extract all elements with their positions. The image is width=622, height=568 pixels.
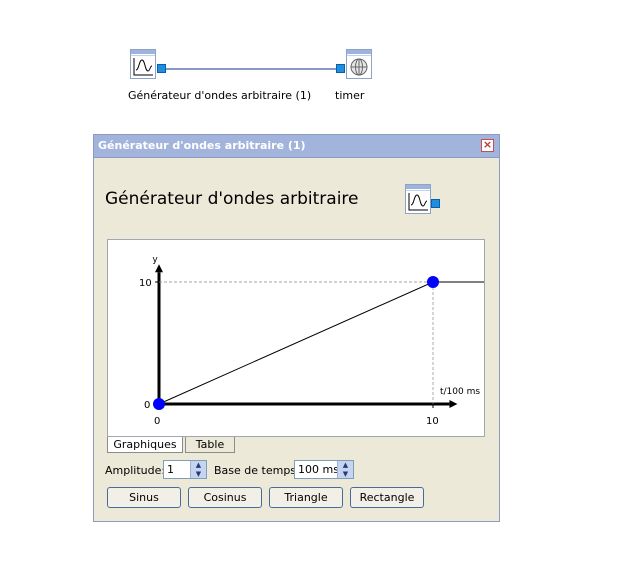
time-base-label: Base de temps: bbox=[214, 464, 300, 477]
waveform-generator-block[interactable] bbox=[130, 49, 156, 79]
x-axis-arrow-icon bbox=[449, 400, 458, 408]
generator-logo-icon bbox=[405, 184, 431, 214]
timer-block[interactable] bbox=[346, 49, 372, 79]
y-axis-label: y bbox=[152, 255, 158, 265]
tab-graphiques[interactable]: Graphiques bbox=[107, 437, 183, 453]
time-base-value: 100 ms bbox=[298, 463, 339, 476]
title-bar[interactable]: Générateur d'ondes arbitraire (1) × bbox=[94, 135, 499, 158]
control-point-0[interactable] bbox=[153, 398, 165, 410]
time-base-up-icon[interactable]: ▲ bbox=[338, 461, 353, 469]
output-port[interactable] bbox=[157, 64, 166, 73]
timer-block-label: timer bbox=[335, 89, 365, 102]
x-axis-label: t/100 ms bbox=[440, 387, 480, 397]
cosinus-button[interactable]: Cosinus bbox=[188, 487, 262, 508]
amplitude-value: 1 bbox=[167, 463, 174, 476]
generator-block-label: Générateur d'ondes arbitraire (1) bbox=[128, 89, 312, 102]
waveform-line[interactable] bbox=[158, 281, 484, 405]
triangle-button[interactable]: Triangle bbox=[269, 487, 343, 508]
time-base-down-icon[interactable]: ▼ bbox=[338, 470, 353, 478]
y-axis-arrow-icon bbox=[155, 264, 163, 273]
time-base-stepper[interactable]: 100 ms ▲ ▼ bbox=[294, 460, 354, 479]
logo-port bbox=[431, 199, 440, 208]
generator-window: Générateur d'ondes arbitraire (1) × Géné… bbox=[93, 134, 500, 522]
x-tick-label-zero: 0 bbox=[154, 416, 160, 427]
amplitude-down-icon[interactable]: ▼ bbox=[191, 470, 206, 478]
waveform-icon bbox=[133, 58, 153, 76]
y-tick-label-top: 10 bbox=[139, 278, 152, 289]
chart-canvas[interactable]: y t/100 ms 10 0 0 10 bbox=[108, 240, 484, 436]
x-tick-label-ten: 10 bbox=[426, 416, 439, 427]
input-port[interactable] bbox=[336, 64, 345, 73]
connection-link[interactable] bbox=[166, 68, 336, 70]
window-title: Générateur d'ondes arbitraire (1) bbox=[98, 139, 306, 152]
close-button[interactable]: × bbox=[481, 139, 494, 152]
sinus-button[interactable]: Sinus bbox=[107, 487, 181, 508]
y-tick-label-zero: 0 bbox=[144, 400, 150, 411]
amplitude-up-icon[interactable]: ▲ bbox=[191, 461, 206, 469]
waveform-icon bbox=[408, 193, 428, 211]
amplitude-stepper[interactable]: 1 ▲ ▼ bbox=[163, 460, 207, 479]
amplitude-label: Amplitude: bbox=[105, 464, 166, 477]
tab-table[interactable]: Table bbox=[185, 437, 235, 453]
waveform-chart[interactable]: y t/100 ms 10 0 0 10 bbox=[107, 239, 485, 437]
control-point-1[interactable] bbox=[427, 276, 439, 288]
rectangle-button[interactable]: Rectangle bbox=[350, 487, 424, 508]
page-title: Générateur d'ondes arbitraire bbox=[105, 189, 359, 209]
globe-icon bbox=[350, 58, 368, 76]
